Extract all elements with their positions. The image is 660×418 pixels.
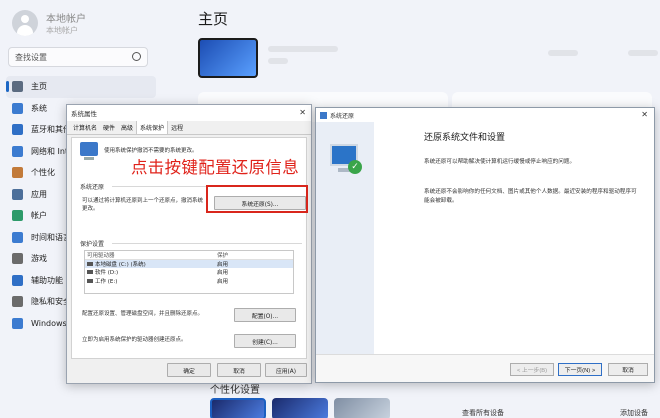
shield-icon xyxy=(12,296,23,308)
dialog-title: 系统属性 xyxy=(71,110,97,118)
user-sub: 本地帐户 xyxy=(46,26,78,35)
drive-name: 软件 (D:) xyxy=(95,270,119,277)
table-row[interactable]: 软件 (D:) 启用 xyxy=(85,268,293,277)
dialog-titlebar[interactable]: 系统属性 ✕ xyxy=(67,105,311,121)
wifi-icon xyxy=(12,145,23,157)
add-device-link[interactable]: 添加设备 xyxy=(620,408,648,418)
wizard-paragraph: 系统还原不会影响你的任何文档、图片或其他个人数据。最近安装的程序和驱动程序可能会… xyxy=(424,189,637,204)
sidebar-item-label: 主页 xyxy=(31,82,47,92)
sidebar-item-label: 应用 xyxy=(31,189,47,199)
apps-icon xyxy=(12,188,23,200)
drive-name: 本地磁盘 (C:) (系统) xyxy=(95,261,146,268)
protection-group-label: 保护设置 xyxy=(80,241,105,248)
theme-thumbnails xyxy=(210,398,390,418)
intro-text: 使用系统保护撤消不需要的系统更改。 xyxy=(104,148,198,154)
system-restore-wizard: 系统还原 ✕ ✓ 还原系统文件和设置 系统还原可以帮助解决使计算机运行缓慢或停止… xyxy=(315,107,655,383)
user-name: 本地帐户 xyxy=(46,14,86,25)
drive-status: 启用 xyxy=(217,270,229,277)
view-devices-link[interactable]: 查看所有设备 xyxy=(462,408,504,418)
person-icon xyxy=(12,210,23,222)
tab-remote[interactable]: 远程 xyxy=(168,121,186,134)
wizard-heading: 还原系统文件和设置 xyxy=(424,133,506,143)
close-icon[interactable]: ✕ xyxy=(641,110,648,119)
brush-icon xyxy=(12,167,23,179)
configure-button[interactable]: 配置(O)... xyxy=(234,308,296,322)
theme-thumbnail[interactable] xyxy=(272,398,328,418)
annotation-text: 点击按键配置还原信息 xyxy=(131,158,299,177)
divider xyxy=(112,243,302,244)
drive-icon xyxy=(87,261,93,266)
search-icon xyxy=(132,52,141,61)
restore-group-label: 系统还原 xyxy=(80,184,105,191)
cancel-button[interactable]: 取消 xyxy=(217,363,261,377)
device-name-placeholder xyxy=(268,46,338,52)
configure-description: 配置还原设置、管理磁盘空间，并且删除还原点。 xyxy=(82,311,204,317)
accessibility-icon xyxy=(12,274,23,286)
tab-bar: 计算机名 硬件 高级 系统保护 远程 xyxy=(67,120,311,135)
close-icon[interactable]: ✕ xyxy=(299,108,306,117)
sidebar-item-label: 游戏 xyxy=(31,254,47,264)
drives-table: 可用驱动器 保护 本地磁盘 (C:) (系统) 启用 软件 (D:) 启用 工作… xyxy=(84,250,294,294)
sidebar-item-label: 辅助功能 xyxy=(31,275,63,285)
drive-status: 启用 xyxy=(217,279,229,286)
drive-icon xyxy=(87,279,93,284)
create-description: 立即为启用系统保护的驱动器创建还原点。 xyxy=(82,337,187,343)
tab-advanced[interactable]: 高级 xyxy=(118,121,136,134)
sidebar-item-label: 系统 xyxy=(31,103,47,113)
table-header: 可用驱动器 保护 xyxy=(85,251,293,260)
monitor-icon xyxy=(12,102,23,114)
update-icon xyxy=(12,317,23,329)
home-icon xyxy=(12,81,23,93)
column-header-drive: 可用驱动器 xyxy=(87,252,115,259)
search-input[interactable]: 查找设置 xyxy=(8,47,148,67)
bluetooth-icon xyxy=(12,124,23,136)
dialog-footer: 确定 取消 应用(A) xyxy=(67,363,311,379)
page-title: 主页 xyxy=(198,10,229,28)
hero-banner xyxy=(198,38,658,86)
search-placeholder: 查找设置 xyxy=(15,53,47,62)
ok-button[interactable]: 确定 xyxy=(167,363,211,377)
table-row[interactable]: 本地磁盘 (C:) (系统) 启用 xyxy=(85,259,293,269)
next-button[interactable]: 下一页(N) > xyxy=(558,363,602,376)
restore-app-icon xyxy=(320,111,327,119)
drive-status: 启用 xyxy=(217,261,229,268)
wizard-sidebar: ✓ xyxy=(316,122,374,356)
restore-description: 可以通过将计算机还原到上一个还原点，撤消系统更改。 xyxy=(82,198,204,212)
tab-hardware[interactable]: 硬件 xyxy=(100,121,118,134)
sidebar-item-label: 时间和语言 xyxy=(31,232,71,242)
wizard-paragraph: 系统还原可以帮助解决使计算机运行缓慢或停止响应的问题。 xyxy=(424,159,576,165)
wizard-title: 系统还原 xyxy=(330,112,355,120)
column-header-protection: 保护 xyxy=(217,252,229,259)
avatar xyxy=(12,10,38,36)
sidebar-item-label: 帐户 xyxy=(31,211,47,221)
back-button[interactable]: < 上一步(B) xyxy=(510,363,554,376)
drive-name: 工作 (E:) xyxy=(95,279,118,286)
drive-icon xyxy=(87,270,93,275)
system-properties-dialog: 系统属性 ✕ 计算机名 硬件 高级 系统保护 远程 使用系统保护撤消不需要的系统… xyxy=(66,104,312,384)
theme-thumbnail[interactable] xyxy=(334,398,390,418)
table-row[interactable]: 工作 (E:) 启用 xyxy=(85,277,293,286)
check-icon: ✓ xyxy=(348,160,362,174)
gamepad-icon xyxy=(12,253,23,265)
cancel-button[interactable]: 取消 xyxy=(608,363,648,376)
sidebar-item-label: 个性化 xyxy=(31,168,55,178)
wallpaper-thumbnail[interactable] xyxy=(198,38,258,78)
sidebar-item[interactable]: 主页 xyxy=(6,76,156,98)
create-button[interactable]: 创建(C)... xyxy=(234,334,296,348)
globe-clock-icon xyxy=(12,231,23,243)
apply-button[interactable]: 应用(A) xyxy=(265,363,307,377)
wizard-titlebar[interactable]: 系统还原 ✕ xyxy=(316,108,654,122)
annotation-highlight-box xyxy=(206,185,308,213)
theme-thumbnail[interactable] xyxy=(210,398,266,418)
update-placeholder xyxy=(628,50,658,56)
user-block[interactable]: 本地帐户 本地帐户 xyxy=(12,10,86,36)
system-protection-icon xyxy=(80,142,98,160)
tab-computer-name[interactable]: 计算机名 xyxy=(70,121,100,134)
tab-system-protection[interactable]: 系统保护 xyxy=(136,120,169,134)
device-model-placeholder xyxy=(268,58,288,64)
onedrive-placeholder xyxy=(548,50,578,56)
wizard-footer: < 上一步(B) 下一页(N) > 取消 xyxy=(316,354,654,382)
